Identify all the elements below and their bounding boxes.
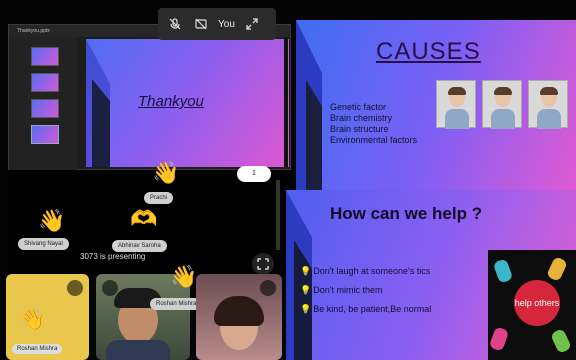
cause-item: Brain structure — [330, 124, 389, 134]
presenting-status: 3073 is presenting — [80, 252, 146, 261]
current-slide: Thankyou — [86, 39, 289, 167]
slide-thumbnail[interactable] — [31, 99, 59, 118]
expand-icon[interactable] — [243, 15, 261, 33]
call-controls-bar: You — [158, 8, 276, 40]
participant-count-chip[interactable]: 1 — [237, 166, 271, 182]
reaction-name-tag: Roshan Mishra — [150, 298, 203, 310]
slide-how-can-we-help: How can we help ? 💡 Don't laugh at someon… — [286, 190, 576, 360]
slide-thumbnail[interactable] — [31, 47, 59, 66]
mic-off-icon[interactable] — [166, 15, 184, 33]
slide-thankyou-text: Thankyou — [138, 93, 204, 110]
help-list: 💡 Don't laugh at someone's tics 💡 Don't mi… — [300, 262, 431, 319]
causes-list: Genetic factor Brain chemistry Brain str… — [330, 102, 417, 146]
you-label: You — [218, 18, 235, 30]
slide-thumbnail-selected[interactable] — [31, 125, 59, 144]
slide-causes: CAUSES Genetic factor Brain chemistry Br… — [296, 20, 576, 198]
reaction-name-tag: Prachi — [144, 192, 174, 204]
child-photo — [528, 80, 568, 129]
help-others-image: help others — [488, 250, 576, 360]
wave-reaction-icon: 👋 — [152, 160, 180, 185]
stage-scrollbar[interactable] — [276, 180, 280, 250]
cause-item: Genetic factor — [330, 102, 387, 112]
reaction-name-tag: Abhinav Saroha — [112, 240, 167, 252]
presenter-window: Thankyou.pptx Thankyou — [8, 24, 291, 171]
bulb-icon: 💡 — [300, 285, 312, 295]
wave-reaction-icon: 👋 — [38, 208, 66, 233]
wave-reaction-icon: 👋 — [170, 264, 198, 289]
wave-reaction-icon: 👋 — [20, 309, 45, 331]
video-tile[interactable]: 👋 Roshan Mishra — [6, 274, 89, 360]
child-photo — [436, 80, 476, 129]
slide-causes-title: CAUSES — [376, 38, 481, 65]
help-item: 💡 Don't mimic them — [300, 285, 383, 295]
cause-item: Brain chemistry — [330, 113, 393, 123]
mic-off-icon — [260, 280, 276, 296]
camera-off-icon[interactable] — [192, 15, 210, 33]
participant-name: Roshan Mishra — [12, 344, 63, 354]
heart-hands-reaction-icon: 🫶 — [130, 206, 158, 231]
mic-off-icon — [67, 280, 83, 296]
participant-shirt — [106, 340, 170, 360]
help-item: 💡 Be kind, be patient,Be normal — [300, 304, 432, 314]
window-scrollbar[interactable] — [284, 37, 288, 167]
slide-help-title: How can we help ? — [330, 204, 483, 223]
mic-off-icon — [102, 280, 118, 296]
participant-hair — [214, 296, 264, 326]
cause-item: Environmental factors — [330, 135, 418, 145]
fullscreen-icon[interactable] — [252, 253, 274, 275]
bulb-icon: 💡 — [300, 266, 312, 276]
screen: You Thankyou.pptx Thankyou 1 👋 Prachi 👋 … — [0, 0, 576, 360]
bulb-icon: 💡 — [300, 304, 312, 314]
slide-thumbnail[interactable] — [31, 73, 59, 92]
help-item: 💡 Don't laugh at someone's tics — [300, 266, 431, 276]
slide-thumbnails — [9, 37, 77, 171]
child-photo — [482, 80, 522, 129]
reaction-name-tag: Shivang Nayal — [18, 238, 69, 250]
help-others-badge: help others — [514, 280, 560, 326]
video-tile[interactable] — [196, 274, 282, 360]
